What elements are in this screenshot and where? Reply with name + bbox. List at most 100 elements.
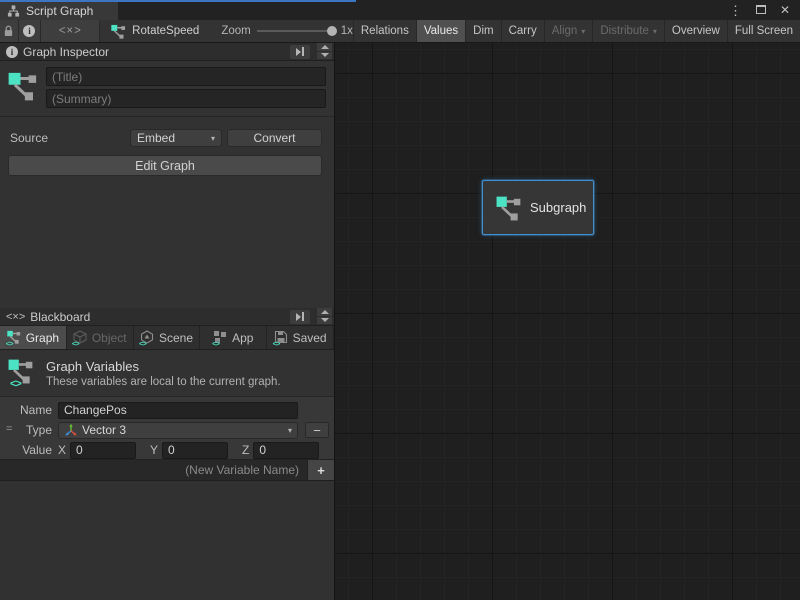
toolbar-button-distribute[interactable]: Distribute ▾	[592, 20, 664, 42]
toolbar-button-fullscreen[interactable]: Full Screen	[727, 20, 800, 42]
dock-icon-bar	[302, 312, 304, 321]
panel-empty-area	[0, 481, 334, 600]
scroll-down-button[interactable]	[317, 317, 332, 325]
graph-canvas[interactable]: Subgraph	[335, 43, 800, 600]
graph-variables-heading: <> Graph Variables These variables are l…	[0, 350, 334, 396]
graph-icon	[8, 71, 38, 101]
visual-scripting-icon: <×>	[6, 311, 25, 323]
source-dropdown[interactable]: Embed ▾	[130, 129, 222, 147]
tab-graph[interactable]: <> Graph	[0, 326, 67, 349]
variable-row: = Name Type Vector 3 ▾ −	[0, 396, 334, 460]
toolbar-button-overview[interactable]: Overview	[664, 20, 727, 42]
toolbar-button-relations[interactable]: Relations	[353, 20, 416, 42]
panel-scroll-spinner	[317, 308, 332, 325]
vector3-icon	[64, 423, 78, 437]
x-value-input[interactable]	[70, 442, 136, 459]
lock-button[interactable]	[0, 20, 19, 42]
blackboard-header: <×> Blackboard	[0, 308, 334, 326]
variable-name-row: Name	[0, 400, 330, 420]
plus-icon: +	[317, 463, 325, 478]
zoom-value: 1x	[341, 25, 353, 37]
graph-toolbar: i <×> RotateSpeed Zoom 1x Relations Valu…	[0, 20, 800, 43]
variable-type-value: Vector 3	[82, 423, 126, 437]
graph-variables-subtitle: These variables are local to the current…	[46, 376, 281, 388]
new-variable-name-input[interactable]	[0, 460, 307, 480]
dock-panel-button[interactable]	[290, 45, 310, 59]
zoom-slider[interactable]	[257, 30, 335, 32]
source-row: Source Embed ▾ Convert	[10, 129, 322, 147]
scroll-down-button[interactable]	[317, 52, 332, 60]
convert-button[interactable]: Convert	[227, 129, 322, 147]
visual-scripting-icon: <×>	[59, 25, 82, 37]
titlebar: Script Graph ⋮ ✕	[0, 0, 800, 20]
graph-inspector-title: Graph Inspector	[23, 45, 285, 59]
info-button[interactable]: i	[19, 20, 42, 42]
scroll-up-button[interactable]	[317, 308, 332, 316]
info-icon: i	[23, 25, 35, 37]
new-variable-row: +	[0, 460, 334, 481]
tab-title: Script Graph	[26, 4, 93, 18]
toolbar-button-carry[interactable]: Carry	[501, 20, 544, 42]
chevron-down-icon: ▾	[288, 426, 292, 435]
graph-title-input[interactable]	[46, 67, 326, 86]
triangle-up-icon	[321, 45, 329, 49]
focus-indicator-line	[0, 0, 356, 2]
zoom-control: Zoom 1x	[221, 20, 353, 42]
z-value-input[interactable]	[253, 442, 319, 459]
tab-app[interactable]: <> App	[200, 326, 267, 349]
variable-type-dropdown[interactable]: Vector 3 ▾	[58, 422, 298, 439]
source-label: Source	[10, 131, 130, 145]
variable-name-input[interactable]	[58, 402, 298, 419]
minus-icon: −	[313, 423, 321, 438]
add-variable-button[interactable]: +	[307, 460, 334, 480]
y-value-input[interactable]	[162, 442, 228, 459]
drag-handle[interactable]: =	[6, 423, 11, 435]
triangle-up-icon	[321, 310, 329, 314]
blackboard-title: Blackboard	[30, 310, 285, 324]
y-axis-label: Y	[150, 443, 162, 457]
panel-scroll-spinner	[317, 43, 332, 60]
kebab-menu-icon[interactable]: ⋮	[729, 4, 742, 17]
maximize-glyph	[756, 5, 766, 14]
graph-inspector-content: Source Embed ▾ Convert Edit Graph	[0, 61, 334, 308]
visual-scripting-button[interactable]: <×>	[41, 20, 100, 42]
variable-value-row: Value X Y Z	[0, 440, 330, 460]
graph-inspector-header: i Graph Inspector	[0, 43, 334, 61]
x-axis-label: X	[58, 443, 70, 457]
graph-summary-input[interactable]	[46, 89, 326, 108]
breadcrumb[interactable]: RotateSpeed	[111, 20, 199, 42]
tab-scene[interactable]: <> Scene	[134, 326, 201, 349]
graph-variables-title: Graph Variables	[46, 359, 281, 374]
maximize-icon[interactable]	[756, 4, 766, 16]
script-graph-window: Script Graph ⋮ ✕ i <×> RotateSpeed Zoom	[0, 0, 800, 600]
app-tiles-icon: <>	[213, 330, 228, 345]
toolbar-button-values[interactable]: Values	[416, 20, 465, 42]
subgraph-node-label: Subgraph	[530, 200, 586, 215]
scroll-up-button[interactable]	[317, 43, 332, 51]
dock-icon	[296, 48, 301, 56]
window-controls: ⋮ ✕	[729, 0, 800, 20]
close-icon[interactable]: ✕	[780, 4, 790, 16]
chevron-down-icon: ▾	[653, 27, 657, 36]
toolbar-button-align[interactable]: Align ▾	[544, 20, 593, 42]
triangle-down-icon	[321, 318, 329, 322]
dock-panel-button[interactable]	[290, 310, 310, 324]
tab-saved[interactable]: <> Saved	[267, 326, 334, 349]
zoom-slider-handle[interactable]	[327, 26, 337, 36]
cube-icon: <>	[73, 330, 88, 345]
tab-object[interactable]: <> Object	[67, 326, 134, 349]
subgraph-node[interactable]: Subgraph	[482, 180, 594, 235]
floppy-disk-icon: <>	[274, 330, 289, 345]
remove-variable-button[interactable]: −	[305, 422, 329, 438]
blackboard-tabs: <> Graph <> Object <> Scene	[0, 326, 334, 350]
graph-tab-icon: <>	[7, 330, 22, 345]
tab-script-graph[interactable]: Script Graph	[0, 0, 118, 20]
scene-icon: <>	[140, 330, 155, 345]
dock-icon-bar	[302, 47, 304, 56]
graph-icon	[496, 195, 522, 221]
edit-graph-button[interactable]: Edit Graph	[8, 155, 322, 176]
sidebar-panel: i Graph Inspector	[0, 43, 335, 600]
breadcrumb-label: RotateSpeed	[132, 25, 199, 37]
toolbar-button-dim[interactable]: Dim	[465, 20, 500, 42]
value-label: Value	[0, 443, 58, 457]
